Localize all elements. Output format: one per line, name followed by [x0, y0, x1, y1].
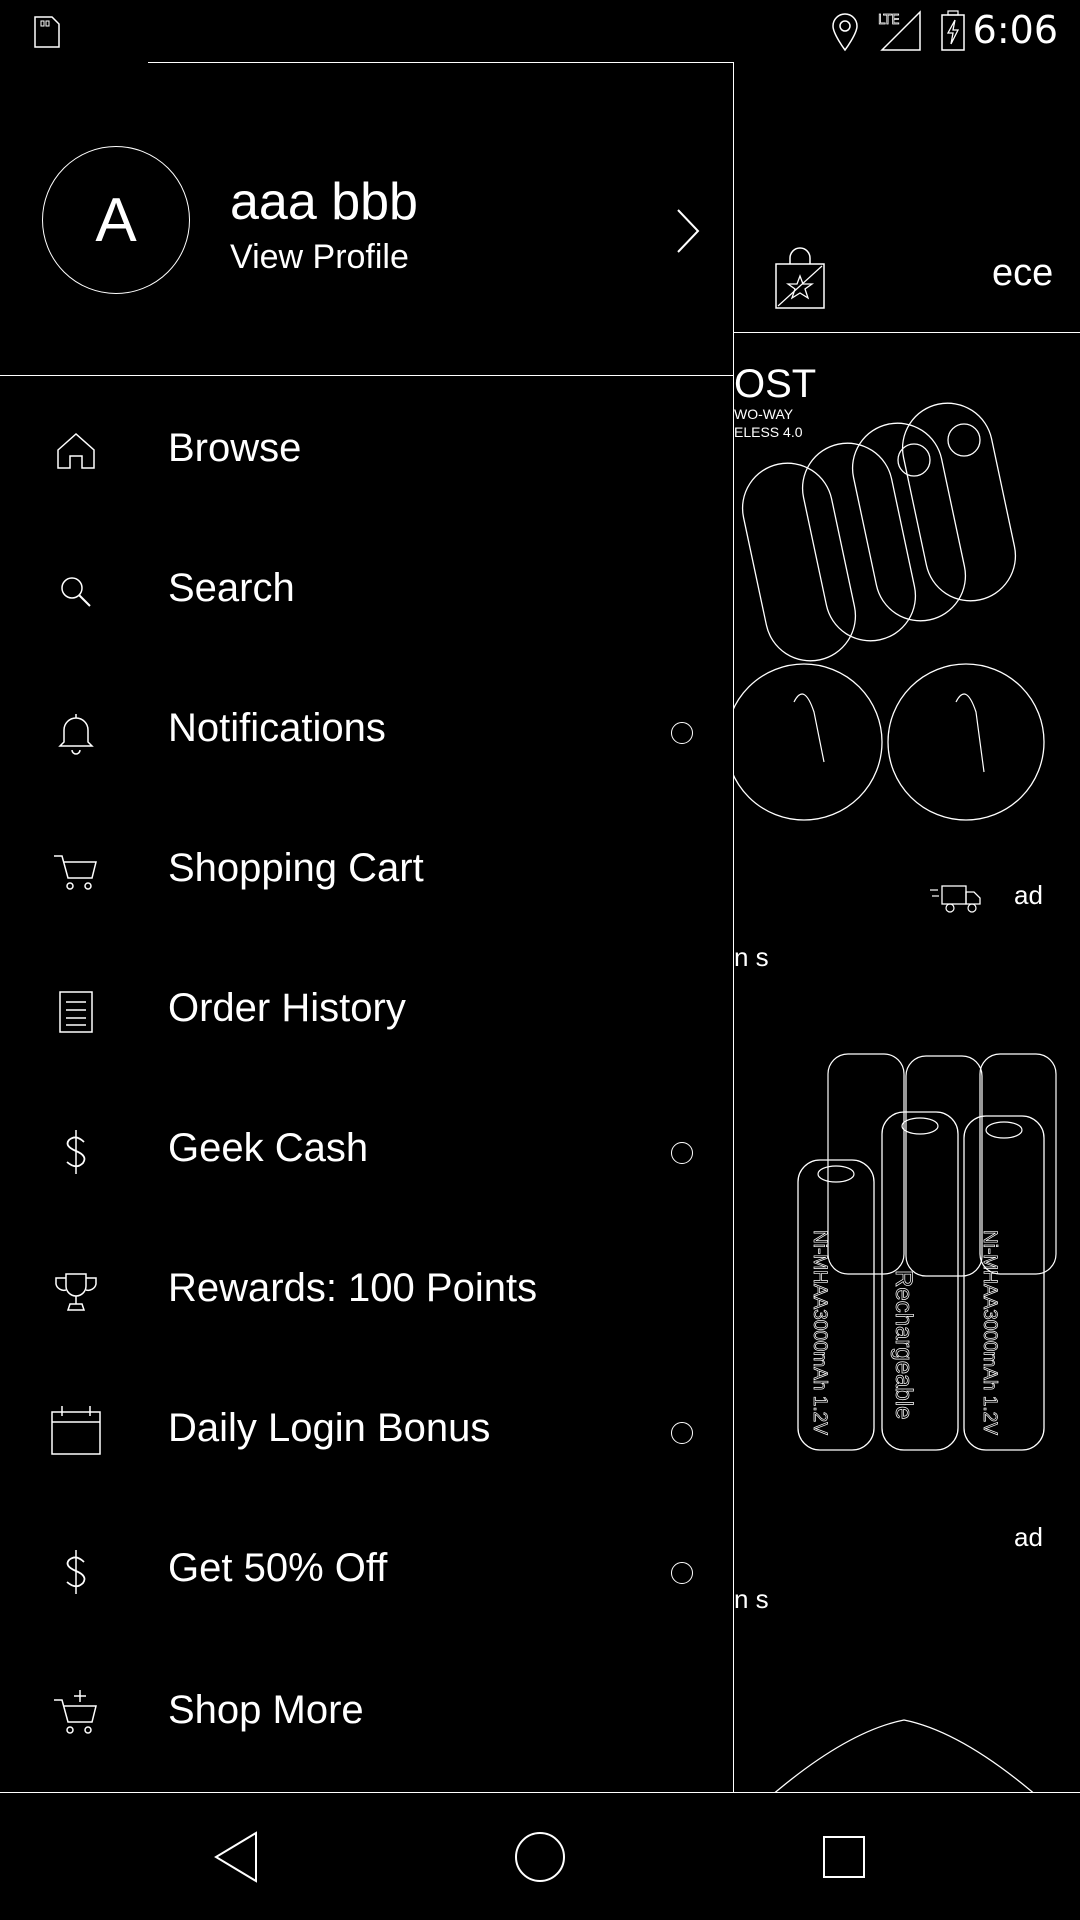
background-app: ece OST WO-WAY ELESS 4.0 ad n s Ni-MHAA3… — [725, 62, 1080, 1803]
menu-item-order-history[interactable]: Order History — [0, 942, 734, 1082]
home-icon — [44, 420, 108, 484]
svg-text:Ni-MHAA3000mAh 1.2V: Ni-MHAA3000mAh 1.2V — [979, 1230, 1000, 1435]
menu-label: Notifications — [168, 706, 386, 750]
navigation-drawer: A aaa bbb View Profile Browse Search Not… — [0, 62, 734, 1792]
profile-name: aaa bbb — [230, 173, 418, 231]
menu-item-shop-more[interactable]: Shop More — [0, 1644, 734, 1784]
menu-item-browse[interactable]: Browse — [0, 382, 734, 522]
menu-label: Order History — [168, 986, 406, 1030]
status-bar: LTE 6:06 — [0, 0, 1080, 62]
menu-item-daily-login-bonus[interactable]: Daily Login Bonus — [0, 1362, 734, 1502]
menu-label: Shopping Cart — [168, 846, 424, 890]
menu-label: Browse — [168, 426, 302, 470]
battery-charging-icon — [940, 10, 966, 57]
notification-dot — [671, 1562, 693, 1584]
bg-product1-shipping: ad — [1014, 880, 1043, 910]
menu-label: Daily Login Bonus — [168, 1406, 491, 1450]
lte-signal-icon: LTE — [878, 10, 922, 57]
menu-label: Search — [168, 566, 295, 610]
back-icon[interactable] — [202, 1821, 274, 1893]
svg-text:LTE: LTE — [878, 13, 900, 28]
menu-item-geek-cash[interactable]: Geek Cash — [0, 1082, 734, 1222]
notification-dot — [671, 1422, 693, 1444]
notification-dot — [671, 722, 693, 744]
status-time: 6:06 — [972, 8, 1058, 52]
receipt-icon — [44, 980, 108, 1044]
avatar[interactable]: A — [42, 146, 190, 294]
view-profile-link[interactable]: View Profile — [230, 238, 409, 277]
bg-header-text: ece — [992, 252, 1054, 294]
home-circle-icon[interactable] — [504, 1821, 576, 1893]
profile-header[interactable]: A aaa bbb View Profile — [0, 62, 734, 376]
menu-item-shopping-cart[interactable]: Shopping Cart — [0, 802, 734, 942]
cart-plus-icon — [44, 1682, 108, 1746]
dollar-icon — [44, 1120, 108, 1184]
menu-item-get-50-off[interactable]: Get 50% Off — [0, 1502, 734, 1642]
menu-item-search[interactable]: Search — [0, 522, 734, 662]
menu-label: Geek Cash — [168, 1126, 369, 1170]
screen: LTE 6:06 ece OST WO-WAY ELESS 4.0 ad n s… — [0, 0, 1080, 1920]
bell-icon — [44, 700, 108, 764]
chevron-right-icon[interactable] — [670, 202, 706, 260]
avatar-letter: A — [95, 185, 137, 255]
bg-product1-caption: n s — [734, 942, 769, 972]
cart-icon — [44, 840, 108, 904]
sim-card-icon — [32, 14, 62, 55]
menu-item-rewards[interactable]: Rewards: 100 Points — [0, 1222, 734, 1362]
menu-label: Rewards: 100 Points — [168, 1266, 538, 1310]
recents-icon[interactable] — [808, 1821, 880, 1893]
calendar-icon — [44, 1400, 108, 1464]
bg-product2-image: Ni-MHAA3000mAh 1.2V Rechargeable Ni-MHAA… — [794, 1050, 1064, 1465]
bag-star-icon — [772, 246, 828, 315]
truck-icon — [930, 880, 982, 919]
search-icon — [44, 560, 108, 624]
bg-product2-caption: n s — [734, 1584, 769, 1614]
menu-label: Shop More — [168, 1688, 364, 1732]
menu-item-notifications[interactable]: Notifications — [0, 662, 734, 802]
location-icon — [830, 12, 860, 57]
notification-dot — [671, 1142, 693, 1164]
svg-text:Ni-MHAA3000mAh 1.2V: Ni-MHAA3000mAh 1.2V — [809, 1230, 830, 1435]
dollar-icon — [44, 1540, 108, 1604]
bg-product2-shipping: ad — [1014, 1522, 1043, 1552]
menu-label: Get 50% Off — [168, 1546, 388, 1590]
svg-text:Rechargeable: Rechargeable — [890, 1270, 917, 1419]
bg-product1-image — [725, 382, 1080, 821]
system-nav-bar — [0, 1792, 1080, 1920]
bg-divider — [734, 332, 1080, 333]
trophy-icon — [44, 1260, 108, 1324]
